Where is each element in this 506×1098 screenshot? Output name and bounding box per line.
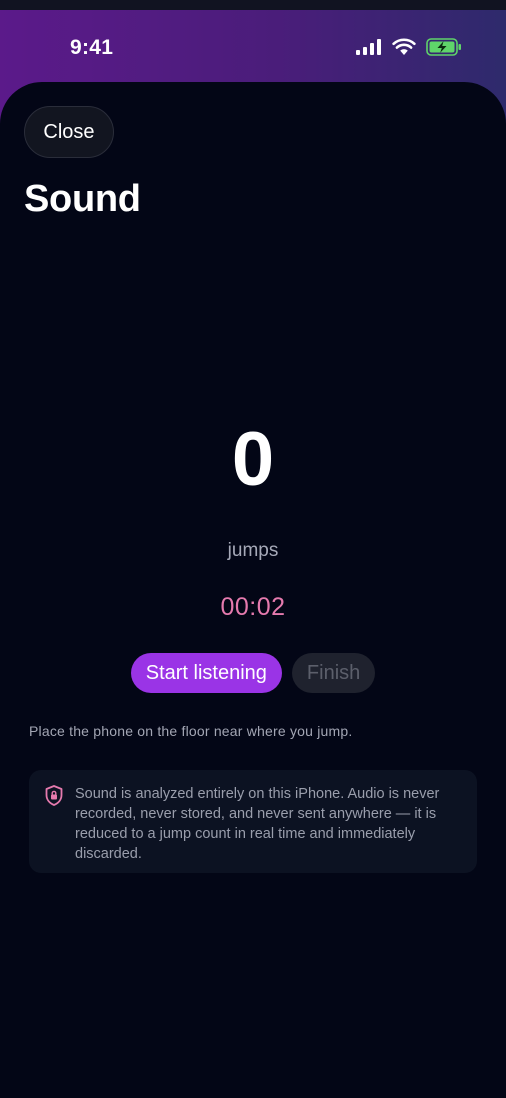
privacy-text: Sound is analyzed entirely on this iPhon… — [75, 786, 440, 862]
elapsed-timer: 00:02 — [220, 593, 286, 621]
sound-sheet: Close Sound 0 jumps 00:02 Start listenin… — [0, 82, 506, 1098]
battery-charging-icon — [426, 38, 461, 56]
privacy-notice: Sound is analyzed entirely on this iPhon… — [29, 770, 477, 873]
jump-count-unit: jumps — [227, 540, 279, 561]
wifi-icon — [392, 38, 416, 55]
status-icons — [356, 38, 462, 56]
finish-button[interactable]: Finish — [291, 653, 376, 693]
page-title: Sound — [24, 178, 141, 220]
status-time: 9:41 — [70, 36, 114, 59]
action-buttons: Start listening Finish — [0, 653, 506, 693]
close-button[interactable]: Close — [24, 106, 114, 158]
shield-lock-icon — [45, 785, 63, 806]
top-bezel — [0, 0, 506, 10]
status-bar: 9:41 — [0, 10, 506, 80]
start-listening-button[interactable]: Start listening — [130, 653, 282, 693]
jump-count: 0 — [231, 417, 275, 502]
device-screen: 9:41 Close Sound 0 jumps 00:02 Start lis… — [0, 0, 506, 1098]
cellular-signal-icon — [356, 39, 381, 55]
placement-hint: Place the phone on the floor near where … — [29, 723, 353, 739]
